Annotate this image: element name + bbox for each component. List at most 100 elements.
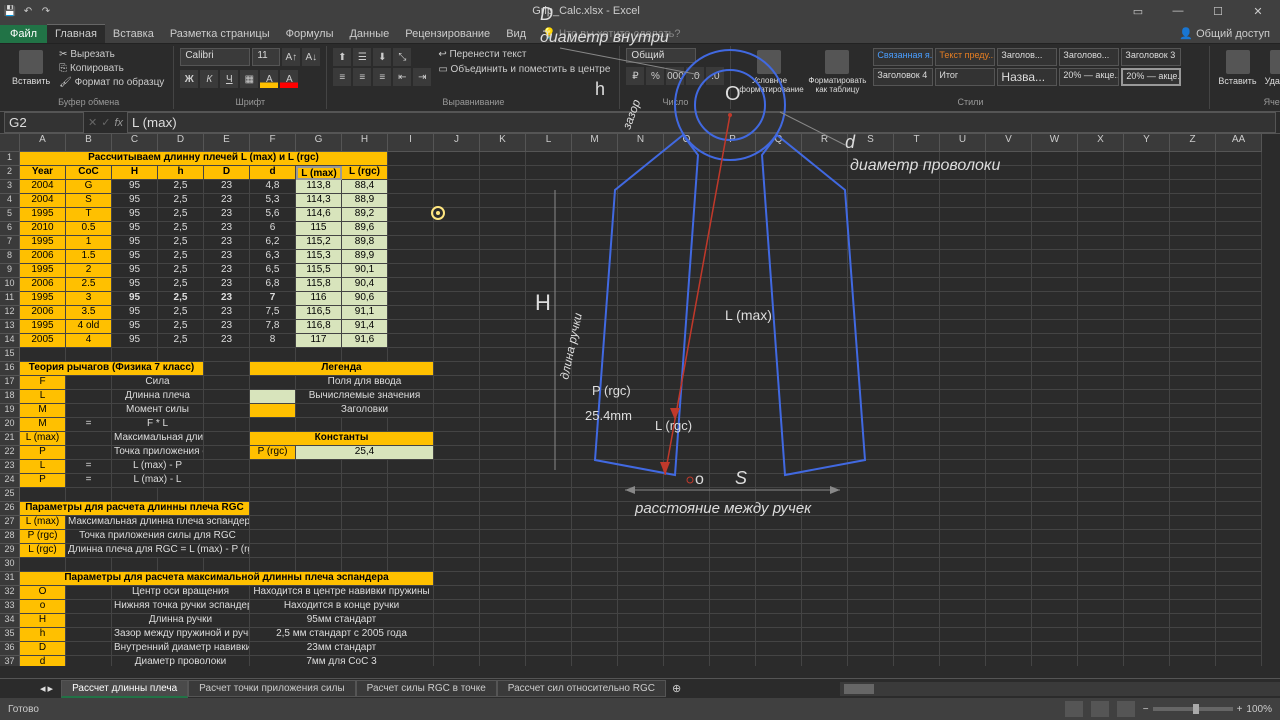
italic-icon[interactable]: К xyxy=(200,70,218,88)
cell[interactable] xyxy=(388,236,434,250)
col-header[interactable]: E xyxy=(204,134,250,152)
cell[interactable] xyxy=(1216,544,1262,558)
cell[interactable] xyxy=(480,628,526,642)
cell[interactable] xyxy=(1170,152,1216,166)
cell[interactable]: 2,5 xyxy=(158,250,204,264)
cell[interactable]: d xyxy=(20,656,66,666)
cell[interactable] xyxy=(572,656,618,666)
col-header[interactable]: X xyxy=(1078,134,1124,152)
col-header[interactable]: AA xyxy=(1216,134,1262,152)
cell[interactable] xyxy=(848,656,894,666)
align-left-icon[interactable]: ≡ xyxy=(333,68,351,86)
cell[interactable]: 95мм стандарт xyxy=(250,614,434,628)
cell[interactable] xyxy=(434,390,480,404)
new-sheet-icon[interactable]: ⊕ xyxy=(666,680,687,697)
style-cell[interactable]: Заголовок 3 xyxy=(1121,48,1181,66)
cell[interactable] xyxy=(1078,488,1124,502)
cell[interactable]: 115,2 xyxy=(296,236,342,250)
cell[interactable] xyxy=(250,474,296,488)
cell[interactable] xyxy=(204,460,250,474)
cell[interactable]: 7,8 xyxy=(250,320,296,334)
cell[interactable] xyxy=(1078,390,1124,404)
cell[interactable] xyxy=(1078,250,1124,264)
cell[interactable] xyxy=(894,614,940,628)
cell[interactable] xyxy=(940,530,986,544)
font-color-icon[interactable]: A xyxy=(280,70,298,88)
cell[interactable] xyxy=(526,642,572,656)
cell[interactable] xyxy=(1170,628,1216,642)
cell[interactable] xyxy=(1124,488,1170,502)
cell[interactable] xyxy=(1032,600,1078,614)
cell[interactable] xyxy=(526,628,572,642)
cell[interactable] xyxy=(526,600,572,614)
undo-icon[interactable]: ↶ xyxy=(20,3,36,19)
cell[interactable] xyxy=(1216,208,1262,222)
cell[interactable] xyxy=(296,348,342,362)
row-header[interactable]: 23 xyxy=(0,460,20,474)
cell[interactable] xyxy=(1170,194,1216,208)
row-header[interactable]: 3 xyxy=(0,180,20,194)
cell[interactable] xyxy=(296,558,342,572)
cell[interactable] xyxy=(1032,516,1078,530)
cell[interactable]: L (max) - P xyxy=(112,460,204,474)
cell[interactable] xyxy=(388,278,434,292)
cell[interactable] xyxy=(434,614,480,628)
cell[interactable] xyxy=(388,166,434,180)
cell[interactable] xyxy=(204,558,250,572)
cell[interactable]: 7мм для CoC 3 xyxy=(250,656,434,666)
cell[interactable] xyxy=(204,348,250,362)
row-header[interactable]: 16 xyxy=(0,362,20,376)
cell[interactable] xyxy=(1216,656,1262,666)
cell[interactable] xyxy=(1078,572,1124,586)
cell[interactable] xyxy=(940,656,986,666)
cell[interactable] xyxy=(250,558,296,572)
cell[interactable] xyxy=(434,250,480,264)
cell[interactable] xyxy=(342,460,388,474)
cell[interactable]: P xyxy=(20,446,66,460)
cell[interactable] xyxy=(1124,348,1170,362)
fx-icon[interactable]: fx xyxy=(114,117,123,129)
cell[interactable] xyxy=(802,656,848,666)
cell[interactable] xyxy=(710,586,756,600)
cell[interactable] xyxy=(250,418,296,432)
cell[interactable] xyxy=(848,614,894,628)
cell[interactable] xyxy=(250,544,296,558)
cell[interactable] xyxy=(1078,306,1124,320)
col-header[interactable]: I xyxy=(388,134,434,152)
cell[interactable] xyxy=(526,544,572,558)
sheet-tab[interactable]: Рассчет сил относительно RGC xyxy=(497,680,666,697)
cell[interactable] xyxy=(1170,348,1216,362)
cell[interactable] xyxy=(1124,278,1170,292)
cell[interactable] xyxy=(848,530,894,544)
cell[interactable] xyxy=(434,460,480,474)
cell[interactable]: 90,4 xyxy=(342,278,388,292)
cell[interactable] xyxy=(1078,404,1124,418)
tab-formulas[interactable]: Формулы xyxy=(278,25,342,43)
cell[interactable] xyxy=(1170,642,1216,656)
cell[interactable] xyxy=(342,348,388,362)
cell[interactable] xyxy=(710,558,756,572)
col-header[interactable]: C xyxy=(112,134,158,152)
cell[interactable]: Длинна плеча xyxy=(112,390,204,404)
cell[interactable] xyxy=(1124,250,1170,264)
cell[interactable] xyxy=(434,166,480,180)
cell[interactable] xyxy=(1032,152,1078,166)
cell[interactable] xyxy=(618,614,664,628)
cell[interactable] xyxy=(1124,432,1170,446)
cell[interactable] xyxy=(894,544,940,558)
cell[interactable] xyxy=(940,586,986,600)
cell[interactable] xyxy=(250,516,296,530)
cell[interactable]: 23мм стандарт xyxy=(250,642,434,656)
cell[interactable] xyxy=(1216,502,1262,516)
cell[interactable]: 90,1 xyxy=(342,264,388,278)
cell[interactable] xyxy=(1170,278,1216,292)
cell[interactable]: 95 xyxy=(112,194,158,208)
cell[interactable] xyxy=(756,530,802,544)
cell[interactable] xyxy=(1032,390,1078,404)
cell[interactable]: 114,3 xyxy=(296,194,342,208)
row-header[interactable]: 13 xyxy=(0,320,20,334)
cell[interactable]: Момент силы xyxy=(112,404,204,418)
cell[interactable] xyxy=(1124,460,1170,474)
cell[interactable] xyxy=(20,488,66,502)
horizontal-scrollbar[interactable] xyxy=(840,682,1280,696)
